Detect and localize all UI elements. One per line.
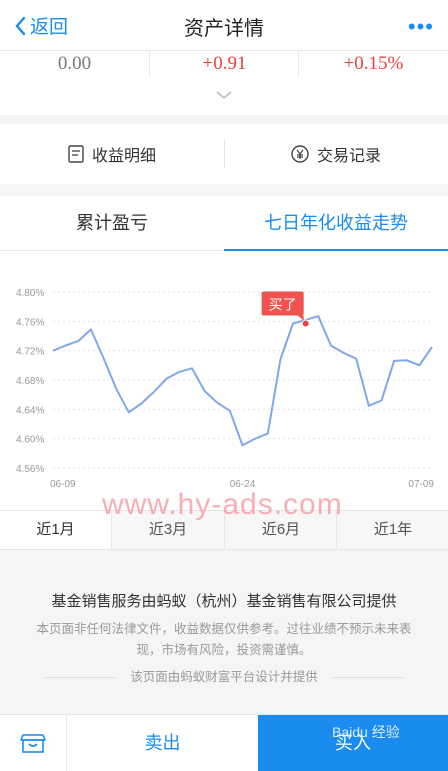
- income-detail-link[interactable]: 收益明细: [0, 124, 224, 184]
- x-tick-label: 06-09: [50, 479, 76, 490]
- page-title: 资产详情: [0, 12, 448, 41]
- document-icon: [68, 145, 84, 163]
- y-tick-label: 4.68%: [16, 376, 44, 387]
- tab-seven-day-yield[interactable]: 七日年化收益走势: [224, 196, 448, 250]
- range-1-month[interactable]: 近1月: [0, 511, 111, 549]
- yield-chart: 4.56% 4.60% 4.64% 4.68% 4.72% 4.76% 4.80% 06-09…: [0, 251, 448, 510]
- provider-title: 基金销售服务由蚂蚁（杭州）基金销售有限公司提供: [0, 590, 448, 611]
- series-line: [53, 316, 432, 445]
- tab-cumulative-pnl[interactable]: 累计盈亏: [0, 196, 224, 250]
- transaction-record-link[interactable]: 交易记录: [224, 124, 448, 184]
- income-detail-label: 收益明细: [92, 142, 156, 166]
- divider: [45, 677, 115, 678]
- stat-value-yesterday: +0.91: [149, 51, 299, 77]
- tab-bar: 累计盈亏 七日年化收益走势: [0, 196, 448, 251]
- sell-button[interactable]: 卖出: [67, 715, 258, 771]
- range-1-year[interactable]: 近1年: [336, 511, 448, 549]
- y-tick-label: 4.60%: [16, 435, 44, 446]
- stats-row: 0.00 +0.91 +0.15%: [0, 50, 448, 115]
- y-tick-label: 4.56%: [16, 464, 44, 475]
- y-tick-label: 4.80%: [16, 288, 44, 299]
- chevron-down-icon[interactable]: [216, 91, 232, 100]
- buy-marker: [302, 320, 309, 327]
- annotation-label: 买了: [269, 298, 297, 314]
- design-note: 该页面由蚂蚁财富平台设计并提供: [0, 667, 448, 687]
- divider: [333, 677, 403, 678]
- design-note-text: 该页面由蚂蚁财富平台设计并提供: [130, 670, 318, 684]
- more-options-button[interactable]: •••: [408, 14, 434, 40]
- stat-value-rate: +0.15%: [298, 51, 448, 77]
- y-tick-label: 4.72%: [16, 347, 44, 358]
- holdings-box-button[interactable]: [0, 715, 67, 771]
- watermark: www.hy-ads.com: [102, 488, 343, 522]
- baidu-watermark: Baidu 经验: [332, 722, 400, 742]
- yield-chart-svg: 4.56% 4.60% 4.64% 4.68% 4.72% 4.76% 4.80% 06-09…: [0, 251, 448, 510]
- y-tick-label: 4.64%: [16, 405, 44, 416]
- provider-info: 基金销售服务由蚂蚁（杭州）基金销售有限公司提供 本页面非任何法律文件，收益数据仅…: [0, 590, 448, 687]
- yen-coin-icon: [291, 145, 309, 163]
- stat-value-total: 0.00: [0, 51, 149, 77]
- buy-tooltip-pointer: [298, 316, 304, 321]
- x-tick-label: 07-09: [408, 479, 434, 490]
- quick-links: 收益明细 交易记录: [0, 124, 448, 184]
- transaction-record-label: 交易记录: [317, 142, 381, 166]
- disclaimer-text: 本页面非任何法律文件，收益数据仅供参考。过往业绩不预示未来表现，市场有风险，投资…: [0, 619, 448, 661]
- header-bar: 返回 资产详情 •••: [0, 0, 448, 50]
- box-icon: [20, 732, 46, 754]
- y-tick-label: 4.76%: [16, 317, 44, 328]
